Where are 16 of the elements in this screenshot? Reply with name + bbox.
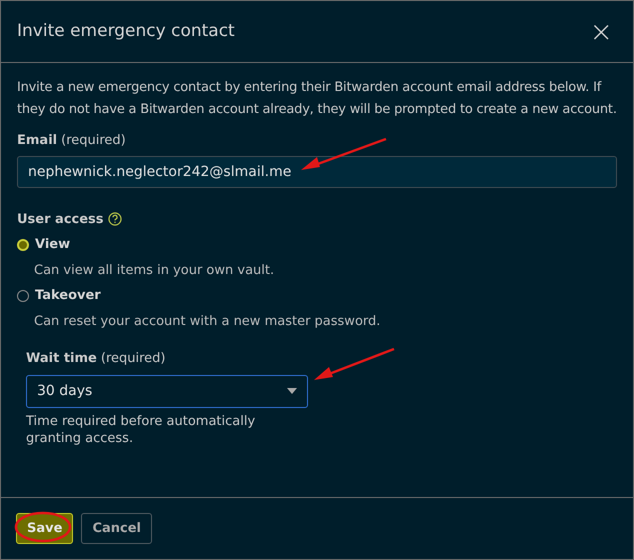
section-label: User access [17, 210, 104, 228]
wait-time-select[interactable]: 30 days [26, 374, 308, 408]
required-note: (required) [61, 132, 126, 150]
option-description: Can view all items in your own vault. [34, 262, 276, 280]
option-description: Can reset your account with a new master password. [34, 312, 382, 330]
option-label[interactable]: View [35, 235, 70, 254]
intro-text: Invite a new emergency contact by entering their Bitwarden account email address below. If they do not have a Bitwarden account already, they will be prompted to create a new account. [17, 79, 617, 119]
field-label: Email [17, 132, 58, 150]
required-note: (required) [100, 350, 166, 368]
hint-text: Time required before automatically granting access. [26, 412, 256, 446]
option-label[interactable]: Takeover [35, 286, 101, 306]
email-field[interactable]: nephewnick.neglector242@slmail.me [17, 156, 617, 188]
field-label: Wait time [26, 350, 97, 368]
cancel-button[interactable]: Cancel [81, 513, 152, 544]
dialog-title: Invite emergency contact [17, 20, 235, 43]
close-button[interactable]: × [590, 18, 613, 46]
